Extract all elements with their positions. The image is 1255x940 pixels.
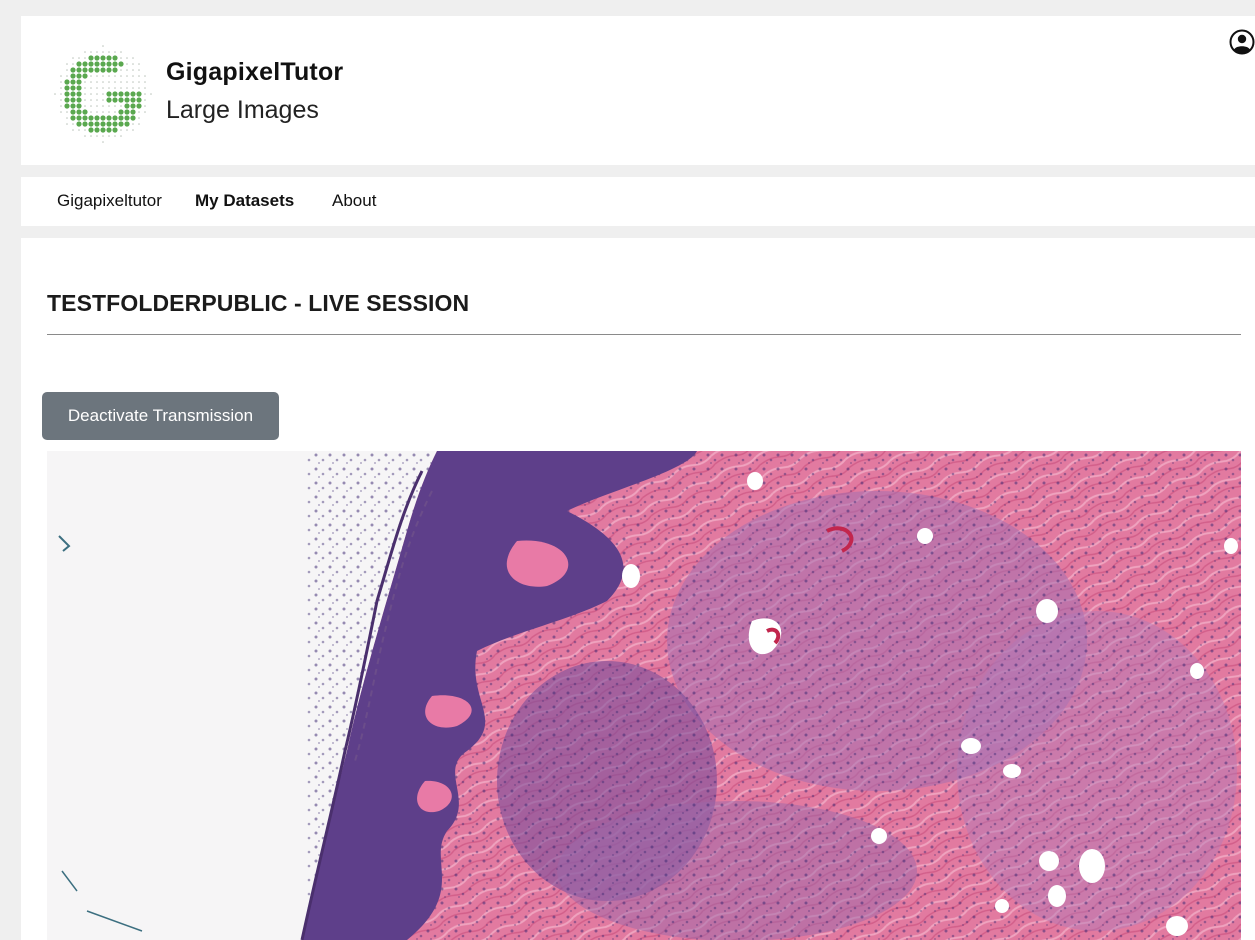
histology-slide-image[interactable] [47, 451, 1241, 940]
brand-subtitle: Large Images [166, 96, 319, 124]
nav-item-about[interactable]: About [332, 191, 376, 211]
main-nav: Gigapixeltutor My Datasets About [21, 177, 1255, 226]
deactivate-transmission-button[interactable]: Deactivate Transmission [42, 392, 279, 440]
header: GigapixelTutor Large Images [21, 16, 1255, 165]
page-title: TESTFOLDERPUBLIC - LIVE SESSION [47, 290, 470, 316]
brand-title[interactable]: GigapixelTutor [166, 58, 343, 87]
main-content: TESTFOLDERPUBLIC - LIVE SESSION Deactiva… [21, 238, 1255, 940]
nav-item-my-datasets[interactable]: My Datasets [195, 191, 294, 211]
slide-viewer[interactable] [47, 451, 1241, 940]
user-circle-icon[interactable] [1229, 29, 1255, 55]
dotted-g-logo-icon[interactable] [51, 42, 155, 146]
title-divider [47, 334, 1241, 335]
nav-item-gigapixeltutor[interactable]: Gigapixeltutor [57, 191, 162, 211]
